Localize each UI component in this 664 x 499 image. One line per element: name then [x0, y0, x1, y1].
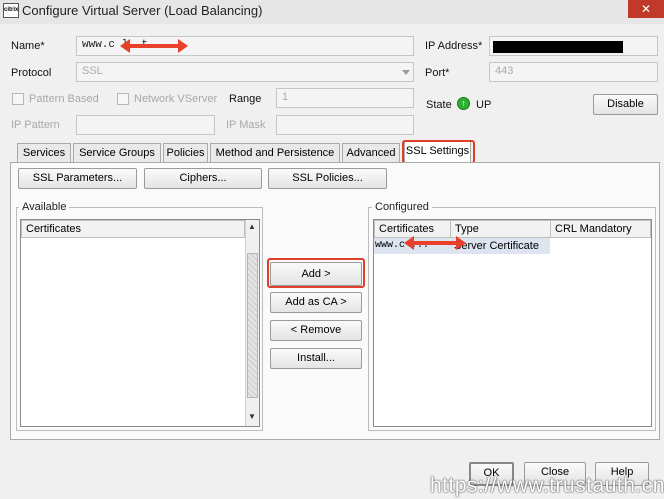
port-label: Port* [425, 67, 450, 79]
ip-address-field[interactable] [489, 36, 658, 56]
ip-mask-label: IP Mask [226, 119, 266, 131]
available-list[interactable]: Certificates ▲ ▼ [20, 219, 260, 427]
tab-policies[interactable]: Policies [163, 143, 208, 163]
configured-title: Configured [372, 201, 432, 213]
ssl-tab-highlight [402, 140, 475, 164]
ciphers-button[interactable]: Ciphers... [144, 168, 262, 189]
range-label: Range [229, 93, 262, 105]
protocol-label: Protocol [11, 67, 52, 79]
pattern-based-checkbox[interactable] [12, 93, 24, 105]
ssl-parameters-button[interactable]: SSL Parameters... [18, 168, 137, 189]
add-button-highlight [267, 258, 365, 288]
redacted-ip [493, 41, 623, 53]
state-value: UP [476, 99, 492, 111]
disable-button[interactable]: Disable [593, 94, 658, 115]
remove-button[interactable]: < Remove [270, 320, 362, 341]
state-up-icon: ↑ [457, 97, 470, 110]
ip-pattern-label: IP Pattern [11, 119, 60, 131]
citrix-app-icon: citrix [3, 3, 19, 18]
scroll-down-icon[interactable]: ▼ [248, 412, 256, 421]
row-type: Server Certificate [454, 240, 539, 252]
range-field[interactable]: 1 [276, 88, 414, 108]
tab-method-persistence[interactable]: Method and Persistence [210, 143, 340, 163]
tab-advanced[interactable]: Advanced [342, 143, 400, 163]
ip-mask-field[interactable] [276, 115, 414, 135]
available-title: Available [19, 201, 70, 213]
ip-address-label: IP Address* [425, 40, 483, 52]
tab-service-groups[interactable]: Service Groups [73, 143, 161, 163]
state-label: State [426, 99, 452, 111]
add-as-ca-button[interactable]: Add as CA > [270, 292, 362, 313]
scroll-up-icon[interactable]: ▲ [248, 222, 256, 231]
window-close-button[interactable]: ✕ [628, 0, 664, 18]
install-button[interactable]: Install... [270, 348, 362, 369]
network-vserver-label: Network VServer [134, 93, 218, 105]
pattern-based-label: Pattern Based [29, 93, 99, 105]
red-annotation-arrow [404, 236, 466, 250]
port-field[interactable]: 443 [489, 62, 658, 82]
protocol-select[interactable]: SSL [76, 62, 414, 82]
red-annotation-arrow [120, 39, 188, 53]
protocol-value: SSL [82, 65, 103, 77]
window-title: Configure Virtual Server (Load Balancing… [22, 3, 263, 18]
configured-col-crl[interactable]: CRL Mandatory [550, 220, 651, 238]
tab-services[interactable]: Services [17, 143, 71, 163]
name-label: Name* [11, 40, 45, 52]
available-scrollbar[interactable]: ▲ ▼ [245, 220, 259, 426]
watermark-text: https://www.trustauth.cn [430, 474, 664, 497]
configured-list[interactable]: Certificates Type CRL Mandatory www.c ..… [373, 219, 652, 427]
available-col-certificates[interactable]: Certificates [21, 220, 245, 238]
scroll-thumb[interactable] [247, 253, 258, 398]
chevron-down-icon [402, 70, 410, 75]
ssl-policies-button[interactable]: SSL Policies... [268, 168, 387, 189]
title-bar: citrix Configure Virtual Server (Load Ba… [0, 0, 664, 24]
ip-pattern-field[interactable] [76, 115, 215, 135]
network-vserver-checkbox[interactable] [117, 93, 129, 105]
